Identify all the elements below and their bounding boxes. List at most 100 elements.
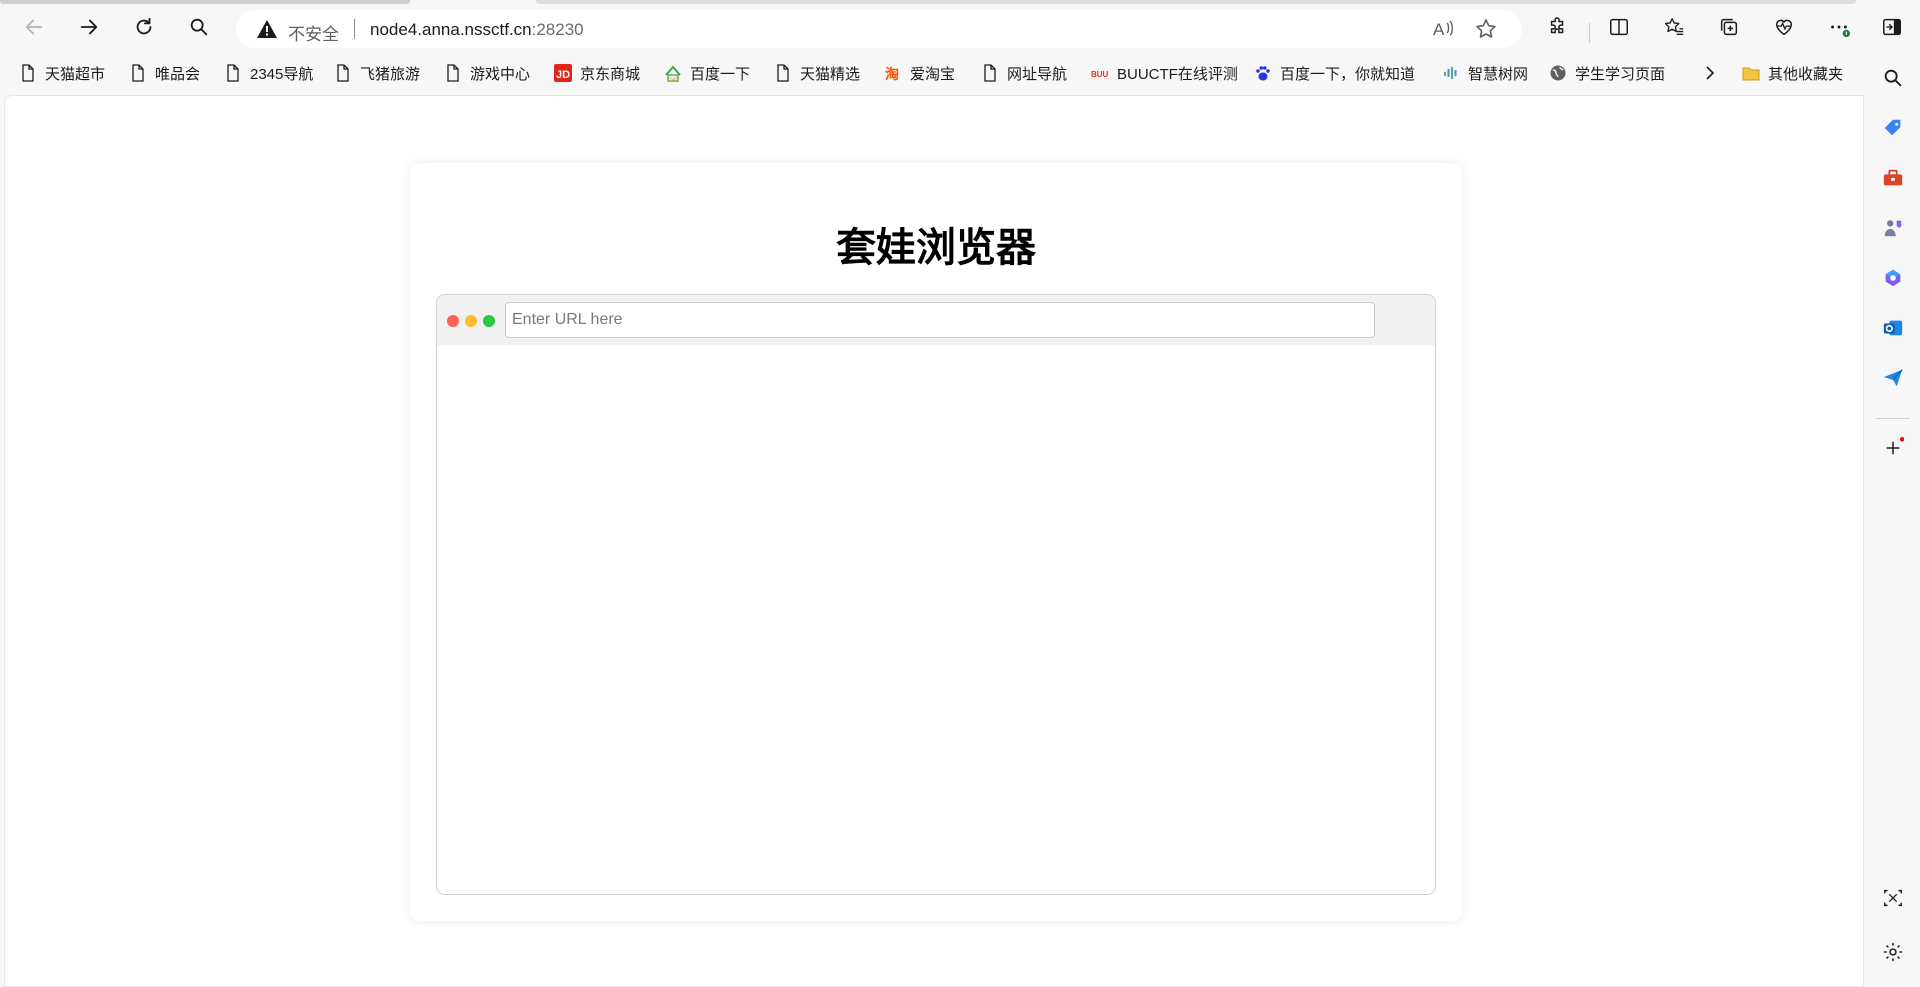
- nested-browser-frame: [436, 294, 1436, 895]
- url-port: :28230: [531, 20, 584, 39]
- sidebar-toggle-icon: [1881, 16, 1903, 43]
- green-dot: [483, 315, 495, 327]
- bookmark-label: 游戏中心: [470, 65, 531, 83]
- bookmark-item[interactable]: 天猫超市: [15, 59, 109, 87]
- svg-text:BUU: BUU: [1091, 70, 1109, 79]
- security-label[interactable]: 不安全: [288, 20, 339, 45]
- nested-browser-toolbar: [437, 295, 1435, 345]
- tab-indicator[interactable]: [0, 0, 410, 4]
- toolbox-icon: [1882, 167, 1904, 194]
- chevron-right-icon: [1701, 64, 1719, 82]
- games-icon: [1882, 217, 1904, 244]
- forward-arrow-icon: [78, 16, 100, 43]
- bookmark-item[interactable]: 游戏中心: [440, 59, 534, 87]
- bookmark-label: 百度一下: [690, 65, 751, 83]
- sidebar-games-button[interactable]: [1878, 215, 1908, 245]
- sidebar-add-button[interactable]: [1878, 435, 1908, 465]
- collections-icon: [1718, 16, 1740, 43]
- svg-text:淘: 淘: [885, 66, 899, 82]
- bookmark-item[interactable]: 唯品会: [125, 59, 204, 87]
- page-icon: [774, 64, 792, 82]
- bookmark-label: 智慧树网: [1468, 65, 1529, 83]
- bookmarks-overflow-button[interactable]: [1697, 59, 1723, 87]
- copilot-icon: [1882, 267, 1904, 294]
- bookmark-label: 2345导航: [250, 65, 314, 83]
- bookmark-item[interactable]: BUU BUUCTF在线评测: [1087, 59, 1242, 87]
- sidebar-shopping-button[interactable]: [1878, 115, 1908, 145]
- browser-essentials-button[interactable]: [1766, 11, 1802, 47]
- more-button[interactable]: [1821, 11, 1857, 47]
- puzzle-icon: [1547, 16, 1569, 43]
- split-screen-button[interactable]: [1601, 11, 1637, 47]
- sidebar-send-button[interactable]: [1878, 365, 1908, 395]
- sidebar-outlook-button[interactable]: [1878, 315, 1908, 345]
- bookmark-label: 天猫超市: [45, 65, 106, 83]
- sidebar-toggle-button[interactable]: [1874, 11, 1910, 47]
- search-icon: [1882, 67, 1904, 94]
- screenshot-icon: [1882, 887, 1904, 914]
- address-bar[interactable]: 不安全 node4.anna.nssctf.cn:28230 A: [236, 10, 1522, 48]
- folder-icon: [1742, 64, 1760, 82]
- edge-sidebar: [1866, 53, 1920, 987]
- jd-icon: JD: [554, 64, 572, 82]
- yellow-dot: [465, 315, 477, 327]
- bookmark-item[interactable]: 学生学习页面: [1545, 59, 1669, 87]
- nested-browser-content: [437, 345, 1435, 894]
- zhihuishu-icon: [1442, 64, 1460, 82]
- bookmark-label: 学生学习页面: [1575, 65, 1666, 83]
- back-button[interactable]: [16, 11, 52, 47]
- search-icon: [188, 16, 210, 43]
- forward-button[interactable]: [71, 11, 107, 47]
- url-input[interactable]: [505, 302, 1375, 338]
- collections-button[interactable]: [1711, 11, 1747, 47]
- tab-indicator[interactable]: [536, 0, 1856, 4]
- bookmark-label: BUUCTF在线评测: [1117, 65, 1238, 83]
- bookmark-item[interactable]: 网址导航: [977, 59, 1071, 87]
- back-arrow-icon: [23, 16, 45, 43]
- other-favorites-folder[interactable]: 其他收藏夹: [1738, 59, 1847, 87]
- outlook-icon: [1882, 317, 1904, 344]
- svg-text:JD: JD: [556, 69, 570, 81]
- sidebar-tools-button[interactable]: [1878, 165, 1908, 195]
- page-icon: [224, 64, 242, 82]
- bookmark-item[interactable]: 2345 百度一下: [660, 59, 754, 87]
- bookmark-item[interactable]: 淘 爱淘宝: [880, 59, 959, 87]
- search-button[interactable]: [181, 11, 217, 47]
- 2345-icon: 2345: [664, 64, 682, 82]
- warning-icon[interactable]: [256, 19, 278, 39]
- sidebar-screenshot-button[interactable]: [1878, 885, 1908, 915]
- page-icon: [334, 64, 352, 82]
- bookmark-label: 百度一下，你就知道: [1280, 65, 1416, 83]
- page-title: 套娃浏览器: [836, 225, 1036, 271]
- favorites-button[interactable]: [1656, 11, 1692, 47]
- bookmark-item[interactable]: 天猫精选: [770, 59, 864, 87]
- heart-pulse-icon: [1773, 16, 1795, 43]
- svg-text:2345: 2345: [667, 77, 678, 82]
- read-aloud-icon[interactable]: A: [1432, 17, 1456, 41]
- buuctf-icon: BUU: [1091, 64, 1109, 82]
- browser-toolbar: 不安全 node4.anna.nssctf.cn:28230 A: [0, 5, 1920, 53]
- other-favorites-label: 其他收藏夹: [1768, 65, 1844, 83]
- page-icon: [981, 64, 999, 82]
- sidebar-search-button[interactable]: [1878, 65, 1908, 95]
- refresh-button[interactable]: [126, 11, 162, 47]
- sidebar-copilot-button[interactable]: [1878, 265, 1908, 295]
- bookmark-item[interactable]: 智慧树网: [1438, 59, 1532, 87]
- favorites-icon: [1663, 16, 1685, 43]
- address-separator: [354, 19, 355, 39]
- more-icon: [1828, 16, 1850, 43]
- extensions-button[interactable]: [1540, 11, 1576, 47]
- page-viewport: 套娃浏览器: [4, 95, 1864, 987]
- star-icon[interactable]: [1474, 17, 1498, 41]
- bookmark-label: 天猫精选: [800, 65, 861, 83]
- tag-icon: [1882, 117, 1904, 144]
- bookmark-item[interactable]: 百度一下，你就知道: [1250, 59, 1419, 87]
- bookmark-label: 飞猪旅游: [360, 65, 421, 83]
- sidebar-settings-button[interactable]: [1878, 939, 1908, 969]
- bookmark-label: 爱淘宝: [910, 65, 956, 83]
- url-text[interactable]: node4.anna.nssctf.cn:28230: [370, 20, 584, 40]
- bookmark-item[interactable]: JD 京东商城: [550, 59, 644, 87]
- bookmark-item[interactable]: 飞猪旅游: [330, 59, 424, 87]
- red-dot: [447, 315, 459, 327]
- bookmark-item[interactable]: 2345导航: [220, 59, 317, 87]
